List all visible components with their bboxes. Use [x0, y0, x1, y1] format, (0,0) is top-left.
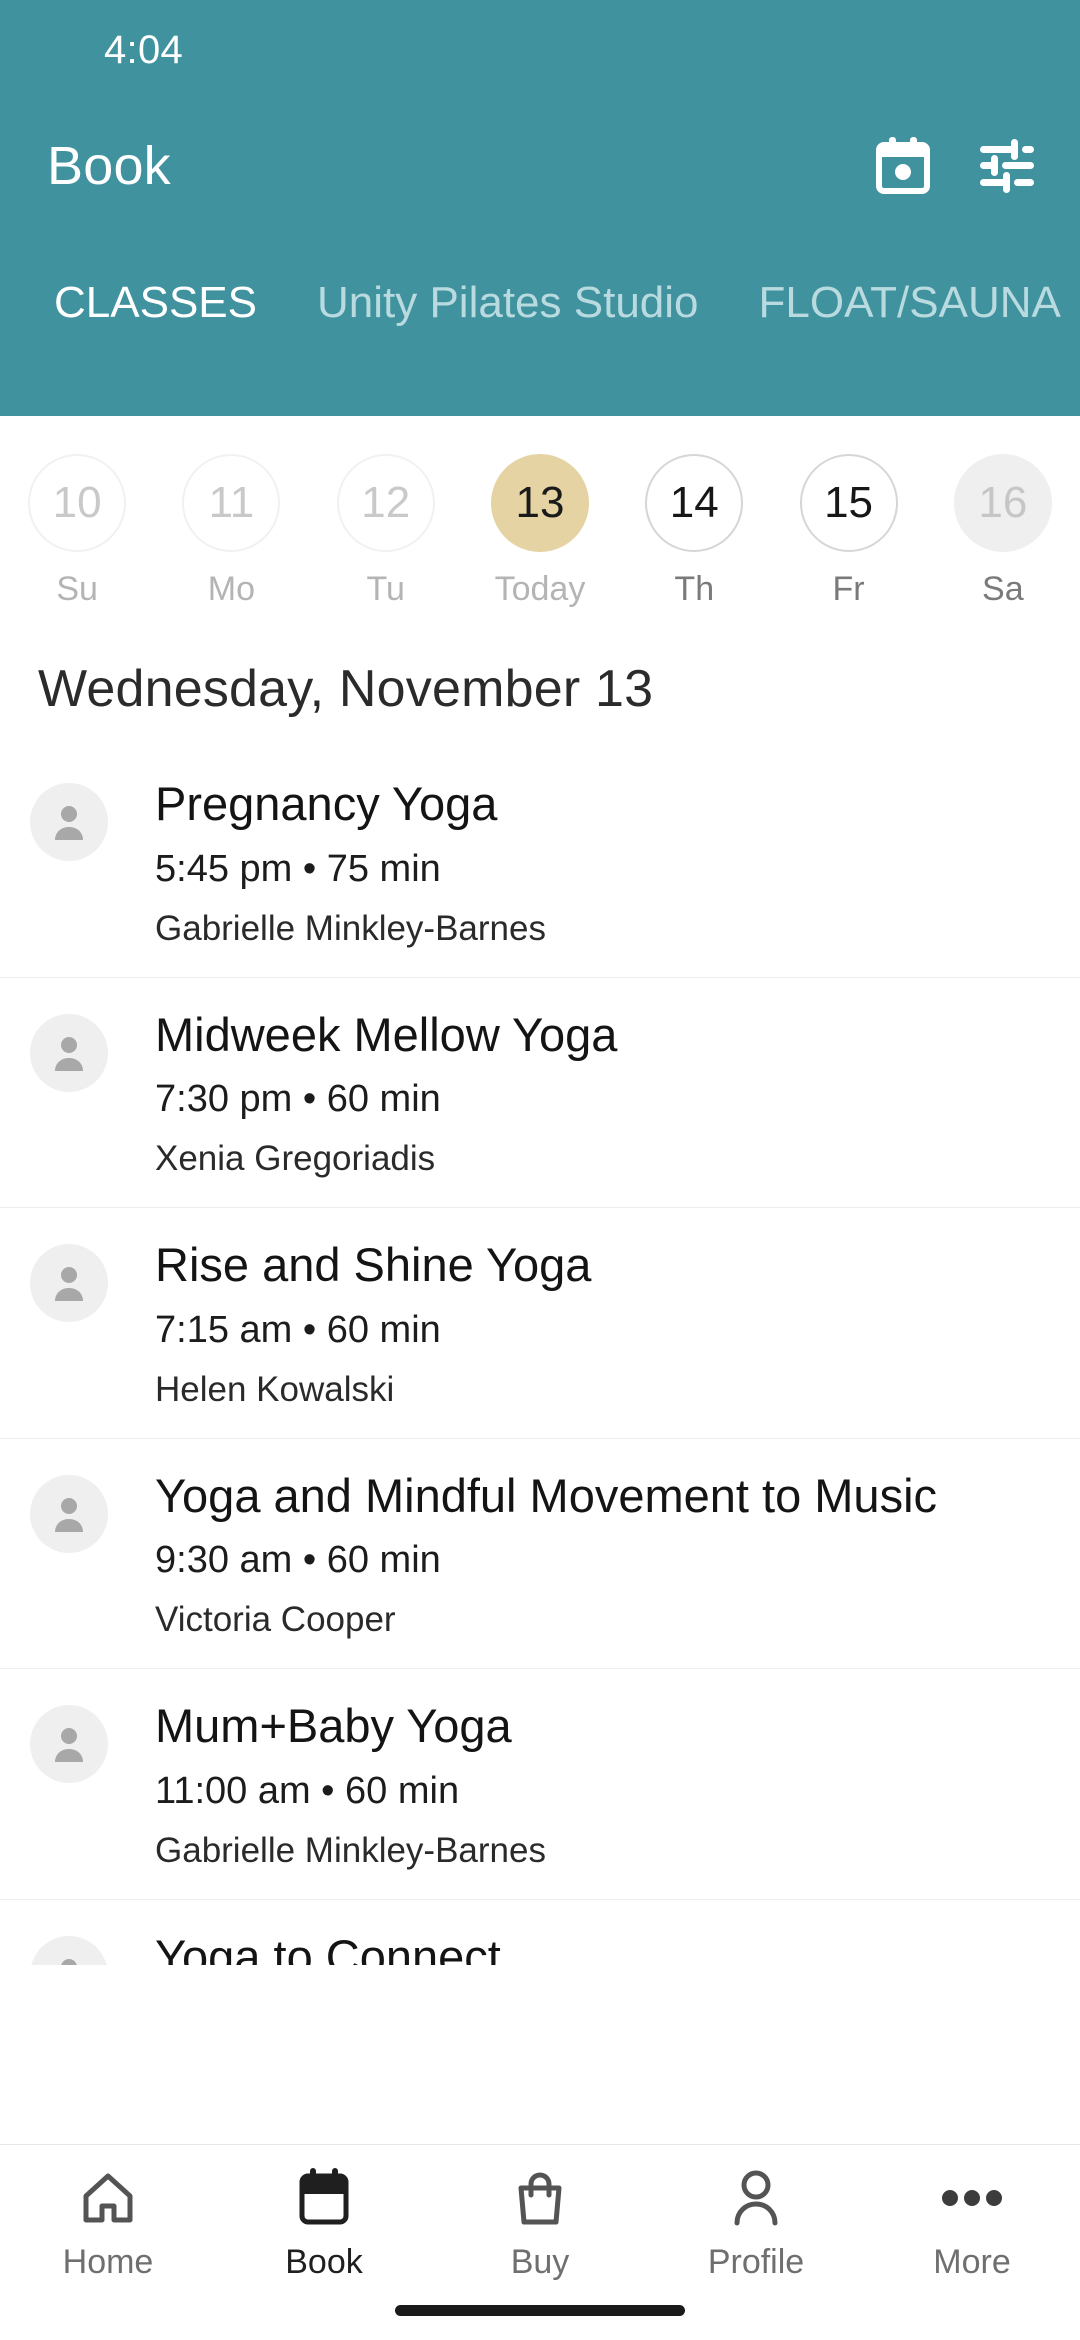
- avatar: [30, 1244, 108, 1323]
- calendar-icon[interactable]: [872, 135, 934, 197]
- person-icon: [729, 2167, 783, 2229]
- date-cell-10[interactable]: 10 Su: [0, 454, 154, 609]
- date-weekday: Fr: [832, 570, 865, 608]
- date-cell-12[interactable]: 12 Tu: [309, 454, 463, 609]
- date-weekday: Sa: [982, 570, 1024, 608]
- tune-filter-icon[interactable]: [976, 135, 1038, 197]
- class-list-item[interactable]: Rise and Shine Yoga 7:15 am • 60 min Hel…: [0, 1207, 1080, 1438]
- calendar-icon: [299, 2167, 349, 2229]
- selected-date-heading: Wednesday, November 13: [38, 660, 654, 718]
- date-number[interactable]: 15: [799, 454, 898, 552]
- class-info: Pregnancy Yoga 5:45 pm • 75 min Gabriell…: [155, 777, 546, 949]
- status-bar-clock: 4:04: [104, 27, 184, 72]
- class-title: Yoga to Connect: [155, 1929, 501, 1965]
- avatar: [30, 1474, 108, 1553]
- date-cell-15[interactable]: 15 Fr: [771, 454, 925, 609]
- class-title: Rise and Shine Yoga: [155, 1238, 592, 1292]
- date-weekday: Tu: [366, 570, 405, 608]
- class-teacher: Helen Kowalski: [155, 1369, 395, 1409]
- class-teacher: Gabrielle Minkley-Barnes: [155, 908, 546, 948]
- category-tabs[interactable]: CLASSES Unity Pilates Studio FLOAT/SAUNA: [0, 232, 1080, 354]
- date-weekday: Th: [674, 570, 715, 608]
- nav-item-buy[interactable]: Buy: [432, 2167, 648, 2282]
- date-cell-14[interactable]: 14 Th: [617, 454, 771, 609]
- avatar: [30, 1935, 108, 1965]
- date-cell-13-today[interactable]: 13 Today: [463, 454, 617, 609]
- class-time: 7:30 pm • 60 min: [155, 1078, 441, 1121]
- class-info: Rise and Shine Yoga 7:15 am • 60 min Hel…: [155, 1238, 591, 1410]
- class-info: Midweek Mellow Yoga 7:30 pm • 60 min Xen…: [155, 1008, 617, 1180]
- tab-float-sauna[interactable]: FLOAT/SAUNA: [729, 278, 1080, 354]
- class-list-item[interactable]: Yoga to Connect 6:15 pm • 60 min Chantie…: [0, 1898, 1080, 1965]
- date-weekday: Su: [56, 570, 98, 608]
- nav-item-home[interactable]: Home: [0, 2167, 216, 2282]
- date-number[interactable]: 10: [28, 454, 127, 552]
- class-teacher: Gabrielle Minkley-Barnes: [155, 1830, 546, 1870]
- home-indicator: [395, 2305, 685, 2316]
- class-list-item[interactable]: Mum+Baby Yoga 11:00 am • 60 min Gabriell…: [0, 1668, 1080, 1899]
- date-weekday: Mo: [207, 570, 256, 608]
- nav-label: Book: [285, 2243, 363, 2281]
- class-list: Pregnancy Yoga 5:45 pm • 75 min Gabriell…: [0, 747, 1080, 1965]
- nav-label: Profile: [707, 2243, 805, 2281]
- ellipsis-icon: [941, 2167, 1003, 2229]
- date-number[interactable]: 12: [336, 454, 435, 552]
- class-time: 11:00 am • 60 min: [155, 1769, 460, 1812]
- class-teacher: Xenia Gregoriadis: [155, 1139, 436, 1179]
- avatar: [30, 1705, 108, 1784]
- class-title: Pregnancy Yoga: [155, 777, 498, 830]
- class-list-scroll-area[interactable]: Pregnancy Yoga 5:45 pm • 75 min Gabriell…: [0, 747, 1080, 1965]
- class-list-item[interactable]: Midweek Mellow Yoga 7:30 pm • 60 min Xen…: [0, 976, 1080, 1208]
- avatar: [30, 1013, 108, 1092]
- class-time: 5:45 pm • 75 min: [155, 847, 441, 890]
- nav-item-more[interactable]: More: [864, 2167, 1080, 2282]
- home-icon: [80, 2167, 136, 2229]
- date-number-selected[interactable]: 13: [490, 454, 589, 552]
- tab-classes[interactable]: CLASSES: [24, 278, 287, 354]
- app-bar-actions: [872, 135, 1038, 197]
- status-bar: 4:04: [0, 0, 1080, 100]
- class-list-item[interactable]: Yoga and Mindful Movement to Music 9:30 …: [0, 1437, 1080, 1669]
- nav-label: Home: [62, 2243, 154, 2281]
- tab-unity-pilates-studio[interactable]: Unity Pilates Studio: [287, 278, 729, 354]
- page-title: Book: [47, 136, 171, 196]
- date-strip[interactable]: 10 Su 11 Mo 12 Tu 13 Today 14 Th 15 Fr 1…: [0, 416, 1080, 615]
- shopping-bag-icon: [513, 2167, 567, 2229]
- class-teacher: Victoria Cooper: [155, 1600, 396, 1640]
- avatar: [30, 783, 108, 861]
- date-number[interactable]: 11: [182, 454, 281, 552]
- class-info: Mum+Baby Yoga 11:00 am • 60 min Gabriell…: [155, 1699, 546, 1871]
- class-info: Yoga and Mindful Movement to Music 9:30 …: [155, 1469, 937, 1641]
- nav-item-profile[interactable]: Profile: [648, 2167, 864, 2282]
- class-time: 9:30 am • 60 min: [155, 1539, 441, 1582]
- class-info: Yoga to Connect 6:15 pm • 60 min Chantie…: [155, 1930, 501, 1965]
- date-weekday: Today: [494, 570, 586, 608]
- nav-label: Buy: [510, 2243, 570, 2281]
- class-title: Yoga and Mindful Movement to Music: [155, 1468, 938, 1522]
- date-cell-11[interactable]: 11 Mo: [154, 454, 308, 609]
- nav-label: More: [933, 2243, 1011, 2281]
- class-title: Midweek Mellow Yoga: [155, 1007, 618, 1061]
- app-bar: Book: [0, 100, 1080, 232]
- date-number[interactable]: 16: [953, 454, 1052, 552]
- class-time: 7:15 am • 60 min: [155, 1308, 441, 1351]
- class-title: Mum+Baby Yoga: [155, 1699, 512, 1753]
- nav-item-book[interactable]: Book: [216, 2167, 432, 2282]
- app-header: 4:04 Book CLASSES Unity Pilates Studio F…: [0, 0, 1080, 416]
- class-list-item[interactable]: Pregnancy Yoga 5:45 pm • 75 min Gabriell…: [0, 747, 1080, 977]
- date-number[interactable]: 14: [645, 454, 744, 552]
- date-cell-16[interactable]: 16 Sa: [926, 454, 1080, 609]
- app-screen: 4:04 Book CLASSES Unity Pilates Studio F…: [0, 0, 1080, 2340]
